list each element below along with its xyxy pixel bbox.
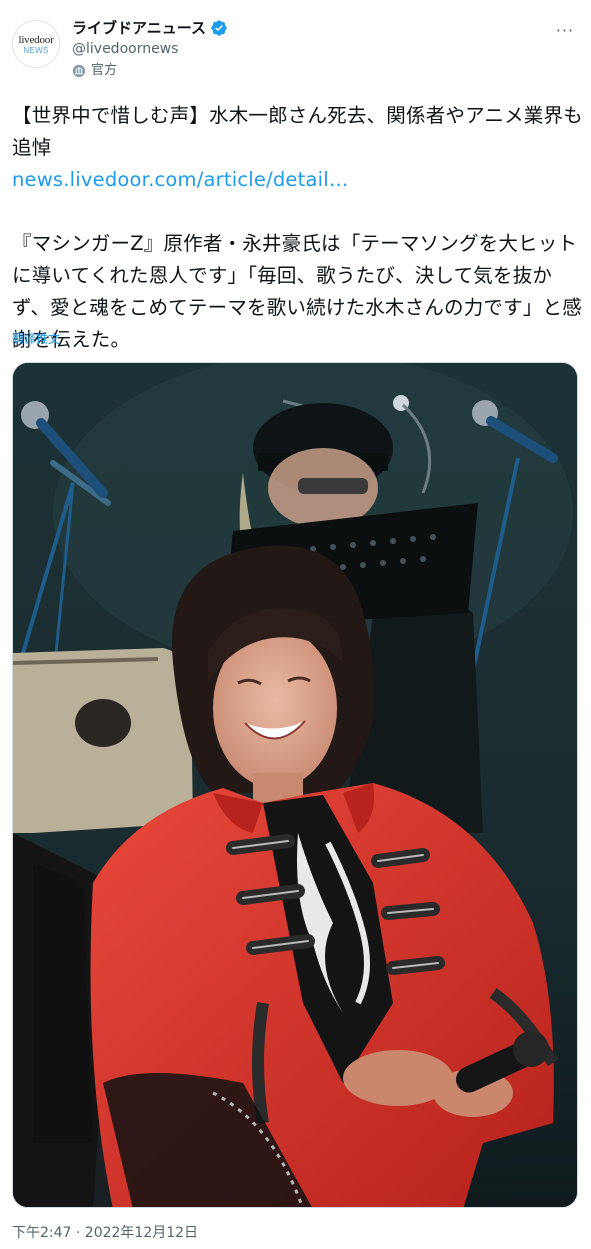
tweet-container: livedoor NEWS ライブドアニュース @livedoornews 官方…	[0, 0, 591, 1249]
avatar-logo-subtext: NEWS	[23, 45, 49, 55]
avatar-logo-text: livedoor	[18, 33, 54, 46]
verified-badge-icon	[211, 20, 227, 36]
government-label-icon	[72, 64, 86, 78]
tweet-photo[interactable]	[12, 362, 578, 1208]
tweet-header: livedoor NEWS ライブドアニュース @livedoornews 官方…	[12, 14, 579, 88]
tweet-headline: 【世界中で惜しむ声】水木一郎さん死去、関係者やアニメ業界も追悼	[12, 104, 583, 159]
article-link[interactable]: news.livedoor.com/article/detail…	[12, 164, 583, 196]
photo-illustration	[13, 363, 577, 1207]
author-name-row[interactable]: ライブドアニュース	[72, 18, 228, 38]
more-options-icon[interactable]: ···	[553, 18, 577, 42]
tweet-timestamp[interactable]: 下午2:47 · 2022年12月12日	[12, 1224, 198, 1242]
tweet-paragraph: 『マシンガーZ』原作者・永井豪氏は「テーマソングを大ヒットに導いてくれた恩人です…	[12, 232, 582, 351]
official-label-text: 官方	[91, 63, 118, 78]
translate-tweet-link[interactable]: 翻译推文	[12, 331, 60, 347]
author-info: ライブドアニュース @livedoornews 官方	[72, 18, 228, 80]
tweet-text: 【世界中で惜しむ声】水木一郎さん死去、関係者やアニメ業界も追悼 news.liv…	[12, 100, 583, 356]
author-display-name[interactable]: ライブドアニュース	[72, 18, 206, 38]
avatar[interactable]: livedoor NEWS	[12, 20, 60, 68]
official-label: 官方	[72, 62, 228, 80]
author-handle[interactable]: @livedoornews	[72, 39, 228, 59]
